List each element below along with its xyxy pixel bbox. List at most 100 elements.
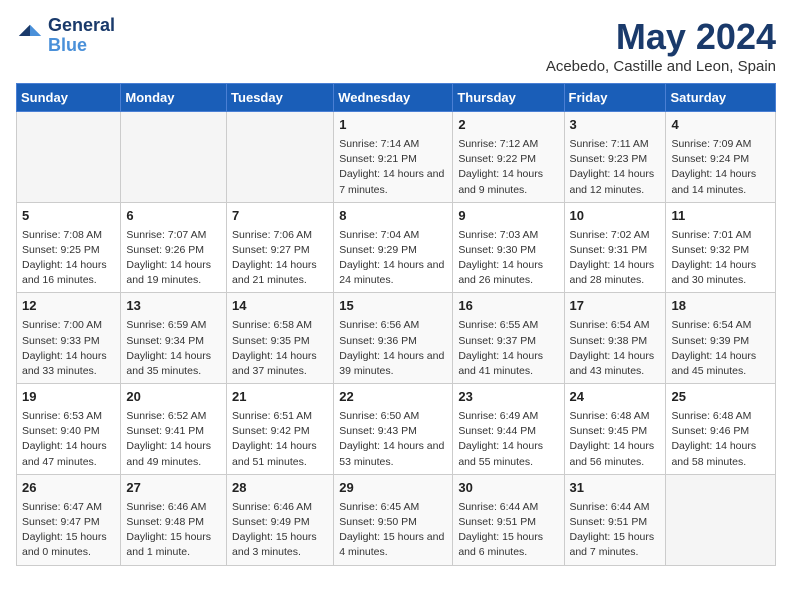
calendar-day-cell: 28 Sunrise: 6:46 AM Sunset: 9:49 PM Dayligh… bbox=[227, 474, 334, 565]
day-number: 8 bbox=[339, 207, 447, 226]
day-number: 11 bbox=[671, 207, 770, 226]
daylight-label: Daylight: 15 hours and 0 minutes. bbox=[22, 531, 107, 558]
calendar-day-cell: 19 Sunrise: 6:53 AM Sunset: 9:40 PM Dayligh… bbox=[17, 384, 121, 475]
sunrise: Sunrise: 6:59 AM bbox=[126, 319, 206, 331]
sunrise: Sunrise: 7:11 AM bbox=[570, 138, 649, 150]
sunset: Sunset: 9:25 PM bbox=[22, 244, 100, 256]
calendar-week-row: 26Sunrise: 6:47 AMSunset: 9:47 PMDayligh… bbox=[17, 474, 776, 565]
day-number: 9 bbox=[458, 207, 558, 226]
calendar-day-cell: 22Sunrise: 6:50 AMSunset: 9:43 PMDayligh… bbox=[334, 384, 453, 475]
sunrise: Sunrise: 6:46 AM bbox=[126, 501, 206, 513]
day-number: 21 bbox=[232, 388, 328, 407]
daylight-label: Daylight: 14 hours and 53 minutes. bbox=[339, 440, 444, 467]
calendar-day-cell: 11Sunrise: 7:01 AMSunset: 9:32 PMDayligh… bbox=[666, 202, 776, 293]
daylight-label: Daylight: 15 hours and 3 minutes. bbox=[232, 531, 317, 558]
calendar-body: 1Sunrise: 7:14 AMSunset: 9:21 PMDaylight… bbox=[17, 112, 776, 566]
day-number: 28 bbox=[232, 479, 328, 498]
sunset: Sunset: 9:44 PM bbox=[458, 425, 536, 437]
weekday-header: Wednesday bbox=[334, 84, 453, 112]
weekday-header: Thursday bbox=[453, 84, 564, 112]
sunrise: Sunrise: 7:09 AM bbox=[671, 138, 751, 150]
month-title: May 2024 bbox=[546, 16, 776, 58]
calendar-day-cell: 1Sunrise: 7:14 AMSunset: 9:21 PMDaylight… bbox=[334, 112, 453, 203]
day-number: 19 bbox=[22, 388, 115, 407]
daylight-label: Daylight: 14 hours and 16 minutes. bbox=[22, 259, 107, 286]
calendar-week-row: 5Sunrise: 7:08 AMSunset: 9:25 PMDaylight… bbox=[17, 202, 776, 293]
sunset: Sunset: 9:43 PM bbox=[339, 425, 417, 437]
daylight-label: Daylight: 14 hours and 26 minutes. bbox=[458, 259, 543, 286]
sunset: Sunset: 9:38 PM bbox=[570, 335, 648, 347]
sunset: Sunset: 9:45 PM bbox=[570, 425, 648, 437]
daylight-label: Daylight: 14 hours and 49 minutes. bbox=[126, 440, 211, 467]
daylight-label: Daylight: 14 hours and 21 minutes. bbox=[232, 259, 317, 286]
calendar-day-cell bbox=[666, 474, 776, 565]
sunrise: Sunrise: 6:52 AM bbox=[126, 410, 206, 422]
daylight-label: Daylight: 14 hours and 41 minutes. bbox=[458, 350, 543, 377]
sunrise: Sunrise: 6:51 AM bbox=[232, 410, 312, 422]
daylight-label: Daylight: 14 hours and 37 minutes. bbox=[232, 350, 317, 377]
day-number: 18 bbox=[671, 297, 770, 316]
daylight-label: Daylight: 14 hours and 55 minutes. bbox=[458, 440, 543, 467]
sunset: Sunset: 9:50 PM bbox=[339, 516, 417, 528]
weekday-header: Sunday bbox=[17, 84, 121, 112]
calendar-week-row: 19 Sunrise: 6:53 AM Sunset: 9:40 PM Dayligh… bbox=[17, 384, 776, 475]
day-number: 27 bbox=[126, 479, 221, 498]
sunrise: Sunrise: 7:07 AM bbox=[126, 229, 206, 241]
calendar-day-cell: 27Sunrise: 6:46 AMSunset: 9:48 PMDayligh… bbox=[121, 474, 227, 565]
daylight-label: Daylight: 14 hours and 43 minutes. bbox=[570, 350, 655, 377]
daylight-label: Daylight: 14 hours and 7 minutes. bbox=[339, 168, 444, 195]
sunset: Sunset: 9:49 PM bbox=[232, 516, 310, 528]
sunrise: Sunrise: 7:06 AM bbox=[232, 229, 312, 241]
location: Acebedo, Castille and Leon, Spain bbox=[546, 58, 776, 75]
calendar-day-cell bbox=[121, 112, 227, 203]
sunrise: Sunrise: 7:08 AM bbox=[22, 229, 102, 241]
calendar-day-cell: 20Sunrise: 6:52 AMSunset: 9:41 PMDayligh… bbox=[121, 384, 227, 475]
day-number: 12 bbox=[22, 297, 115, 316]
sunset: Sunset: 9:29 PM bbox=[339, 244, 417, 256]
daylight-label: Daylight: 14 hours and 47 minutes. bbox=[22, 440, 107, 467]
sunrise: Sunrise: 6:44 AM bbox=[570, 501, 650, 513]
calendar-day-cell: 5Sunrise: 7:08 AMSunset: 9:25 PMDaylight… bbox=[17, 202, 121, 293]
weekday-header: Monday bbox=[121, 84, 227, 112]
calendar-week-row: 12Sunrise: 7:00 AMSunset: 9:33 PMDayligh… bbox=[17, 293, 776, 384]
sunset: Sunset: 9:27 PM bbox=[232, 244, 310, 256]
day-number: 3 bbox=[570, 116, 661, 135]
calendar-day-cell: 23Sunrise: 6:49 AMSunset: 9:44 PMDayligh… bbox=[453, 384, 564, 475]
calendar-header-row: SundayMondayTuesdayWednesdayThursdayFrid… bbox=[17, 84, 776, 112]
sunset: Sunset: 9:40 PM bbox=[22, 425, 100, 437]
sunrise: Sunrise: 6:53 AM bbox=[22, 410, 102, 422]
daylight-label: Daylight: 14 hours and 33 minutes. bbox=[22, 350, 107, 377]
sunrise: Sunrise: 6:44 AM bbox=[458, 501, 538, 513]
calendar-day-cell: 26Sunrise: 6:47 AMSunset: 9:47 PMDayligh… bbox=[17, 474, 121, 565]
sunset: Sunset: 9:24 PM bbox=[671, 153, 749, 165]
day-number: 30 bbox=[458, 479, 558, 498]
calendar-day-cell: 12Sunrise: 7:00 AMSunset: 9:33 PMDayligh… bbox=[17, 293, 121, 384]
day-number: 26 bbox=[22, 479, 115, 498]
daylight-label: Daylight: 15 hours and 7 minutes. bbox=[570, 531, 655, 558]
day-number: 24 bbox=[570, 388, 661, 407]
calendar-day-cell: 3Sunrise: 7:11 AMSunset: 9:23 PMDaylight… bbox=[564, 112, 666, 203]
sunrise: Sunrise: 6:56 AM bbox=[339, 319, 419, 331]
sunrise: Sunrise: 6:54 AM bbox=[671, 319, 751, 331]
daylight-label: Daylight: 14 hours and 56 minutes. bbox=[570, 440, 655, 467]
sunset: Sunset: 9:48 PM bbox=[126, 516, 204, 528]
logo-text: General Blue bbox=[48, 16, 115, 56]
daylight-label: Daylight: 14 hours and 9 minutes. bbox=[458, 168, 543, 195]
day-number: 15 bbox=[339, 297, 447, 316]
calendar-day-cell bbox=[17, 112, 121, 203]
calendar-day-cell: 25Sunrise: 6:48 AMSunset: 9:46 PMDayligh… bbox=[666, 384, 776, 475]
day-number: 4 bbox=[671, 116, 770, 135]
sunset: Sunset: 9:51 PM bbox=[458, 516, 536, 528]
sunrise: Sunrise: 6:50 AM bbox=[339, 410, 419, 422]
calendar-day-cell: 21Sunrise: 6:51 AMSunset: 9:42 PMDayligh… bbox=[227, 384, 334, 475]
day-number: 17 bbox=[570, 297, 661, 316]
weekday-header: Friday bbox=[564, 84, 666, 112]
sunrise: Sunrise: 6:46 AM bbox=[232, 501, 312, 513]
daylight-label: Daylight: 14 hours and 51 minutes. bbox=[232, 440, 317, 467]
sunset: Sunset: 9:26 PM bbox=[126, 244, 204, 256]
daylight-label: Daylight: 15 hours and 4 minutes. bbox=[339, 531, 444, 558]
day-number: 6 bbox=[126, 207, 221, 226]
calendar-day-cell: 4Sunrise: 7:09 AMSunset: 9:24 PMDaylight… bbox=[666, 112, 776, 203]
sunrise: Sunrise: 6:55 AM bbox=[458, 319, 538, 331]
calendar-day-cell: 7Sunrise: 7:06 AMSunset: 9:27 PMDaylight… bbox=[227, 202, 334, 293]
